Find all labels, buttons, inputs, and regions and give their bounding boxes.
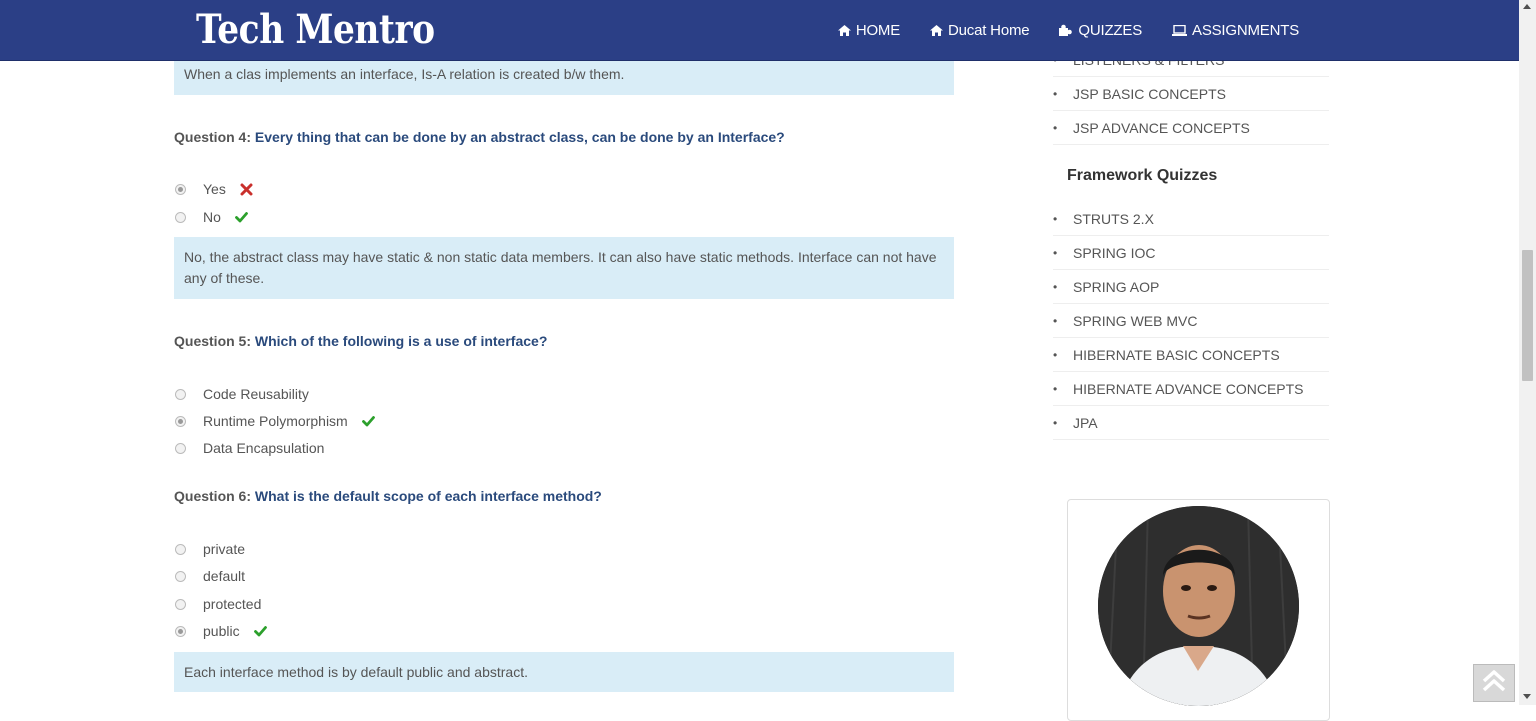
sidebar-item-label: SPRING WEB MVC (1073, 312, 1198, 329)
nav-quizzes[interactable]: QUIZZES (1059, 22, 1142, 39)
sidebar-item-spring-aop[interactable]: • SPRING AOP (1053, 270, 1329, 304)
radio-button[interactable] (175, 211, 186, 223)
top-navbar: Tech Mentro HOME Ducat Home QUIZZES ASSI… (0, 0, 1519, 61)
sidebar-item-label: HIBERNATE ADVANCE CONCEPTS (1073, 380, 1304, 397)
scroll-down-arrow-icon[interactable] (1523, 694, 1531, 699)
nav-home-label: HOME (855, 21, 901, 39)
radio-button[interactable] (175, 570, 186, 582)
explanation-box: No, the abstract class may have static &… (174, 237, 954, 299)
option-code-reusability[interactable]: Code Reusability (174, 384, 309, 404)
sidebar-item-label: SPRING AOP (1073, 278, 1160, 295)
bullet: • (1053, 211, 1058, 226)
home-icon (837, 24, 851, 36)
radio-button[interactable] (175, 415, 186, 427)
sidebar-item-label: JSP BASIC CONCEPTS (1073, 85, 1227, 102)
option-label: protected (203, 596, 262, 612)
option-label: default (203, 568, 246, 584)
sidebar-item-spring-web-mvc[interactable]: • SPRING WEB MVC (1053, 304, 1329, 338)
main-nav: HOME Ducat Home QUIZZES ASSIGNMENTS (837, 0, 1299, 60)
sidebar-item-hibernate-advance[interactable]: • HIBERNATE ADVANCE CONCEPTS (1053, 372, 1329, 406)
profile-card (1067, 499, 1330, 721)
bullet: • (1053, 381, 1058, 396)
option-label: Data Encapsulation (203, 440, 325, 456)
explanation-box: Each interface method is by default publ… (174, 652, 954, 692)
sidebar-item-label: STRUTS 2.X (1073, 210, 1154, 227)
check-icon (361, 415, 375, 427)
check-icon (235, 211, 248, 223)
wrong-icon (240, 183, 253, 196)
question-number: Question 6: (174, 488, 252, 504)
brand-logo[interactable]: Tech Mentro (196, 6, 435, 54)
bullet: • (1053, 86, 1058, 101)
option-label: Code Reusability (203, 386, 309, 402)
option-public[interactable]: public (174, 621, 267, 641)
sidebar-item-spring-ioc[interactable]: • SPRING IOC (1053, 236, 1329, 270)
question-text: Which of the following is a use of inter… (254, 333, 548, 349)
bullet: • (1053, 245, 1058, 260)
sidebar-item-struts[interactable]: • STRUTS 2.X (1053, 202, 1329, 236)
question-4: Question 4: Every thing that can be done… (174, 129, 785, 145)
option-yes[interactable]: Yes (174, 179, 253, 199)
nav-home[interactable]: HOME (837, 21, 901, 39)
nav-ducat-home[interactable]: Ducat Home (930, 21, 1030, 39)
question-text: Every thing that can be done by an abstr… (254, 129, 785, 145)
option-label: private (203, 541, 246, 557)
option-data-encapsulation[interactable]: Data Encapsulation (174, 438, 324, 458)
bullet: • (1053, 279, 1058, 294)
back-to-top-button[interactable] (1473, 664, 1515, 702)
bullet: • (1053, 313, 1058, 328)
option-label: Yes (203, 181, 226, 197)
sidebar-item-label: JPA (1073, 414, 1098, 431)
nav-assignments[interactable]: ASSIGNMENTS (1172, 22, 1299, 39)
double-chevron-up-icon (1481, 669, 1507, 698)
explanation-text: Each interface method is by default publ… (184, 664, 528, 680)
bullet: • (1053, 347, 1058, 362)
scroll-up-arrow-icon[interactable] (1523, 4, 1531, 9)
bullet: • (1053, 120, 1058, 135)
laptop-icon (1172, 24, 1188, 36)
sidebar-item-jsp-basic[interactable]: • JSP BASIC CONCEPTS (1053, 77, 1329, 111)
question-5: Question 5: Which of the following is a … (174, 333, 547, 349)
option-private[interactable]: private (174, 539, 245, 559)
question-number: Question 4: (174, 129, 252, 145)
sidebar-item-hibernate-basic[interactable]: • HIBERNATE BASIC CONCEPTS (1053, 338, 1329, 372)
nav-ducat-home-label: Ducat Home (948, 21, 1030, 39)
sidebar-item-label: HIBERNATE BASIC CONCEPTS (1073, 346, 1280, 363)
option-default[interactable]: default (174, 566, 245, 586)
sidebar-item-jsp-advance[interactable]: • JSP ADVANCE CONCEPTS (1053, 111, 1329, 145)
option-label: No (203, 209, 221, 225)
puzzle-icon (1059, 24, 1073, 36)
option-label: Runtime Polymorphism (203, 413, 348, 429)
sidebar-item-label: JSP ADVANCE CONCEPTS (1073, 119, 1250, 136)
avatar (1098, 506, 1299, 706)
explanation-text: When a clas implements an interface, Is-… (184, 66, 625, 82)
question-6: Question 6: What is the default scope of… (174, 488, 602, 504)
sidebar-framework-list: • STRUTS 2.X • SPRING IOC • SPRING AOP •… (1053, 202, 1329, 440)
sidebar-item-label: SPRING IOC (1073, 244, 1156, 261)
option-label: public (203, 623, 240, 639)
radio-button[interactable] (175, 598, 186, 610)
radio-button[interactable] (175, 543, 186, 555)
nav-quizzes-label: QUIZZES (1078, 21, 1143, 39)
page-scrollbar[interactable] (1519, 0, 1536, 705)
home-icon (930, 24, 944, 36)
radio-button[interactable] (175, 183, 186, 195)
option-no[interactable]: No (174, 207, 248, 227)
option-runtime-polymorphism[interactable]: Runtime Polymorphism (174, 411, 375, 431)
question-number: Question 5: (174, 333, 252, 349)
bullet: • (1053, 415, 1058, 430)
question-text: What is the default scope of each interf… (254, 488, 602, 504)
explanation-text: No, the abstract class may have static &… (184, 249, 937, 286)
radio-button[interactable] (175, 388, 186, 400)
scroll-thumb[interactable] (1522, 250, 1533, 381)
nav-assignments-label: ASSIGNMENTS (1192, 21, 1299, 39)
check-icon (253, 625, 267, 637)
framework-quizzes-heading: Framework Quizzes (1067, 167, 1218, 184)
radio-button[interactable] (175, 625, 186, 637)
option-protected[interactable]: protected (174, 594, 261, 614)
sidebar-item-jpa[interactable]: • JPA (1053, 406, 1329, 440)
radio-button[interactable] (175, 442, 186, 454)
